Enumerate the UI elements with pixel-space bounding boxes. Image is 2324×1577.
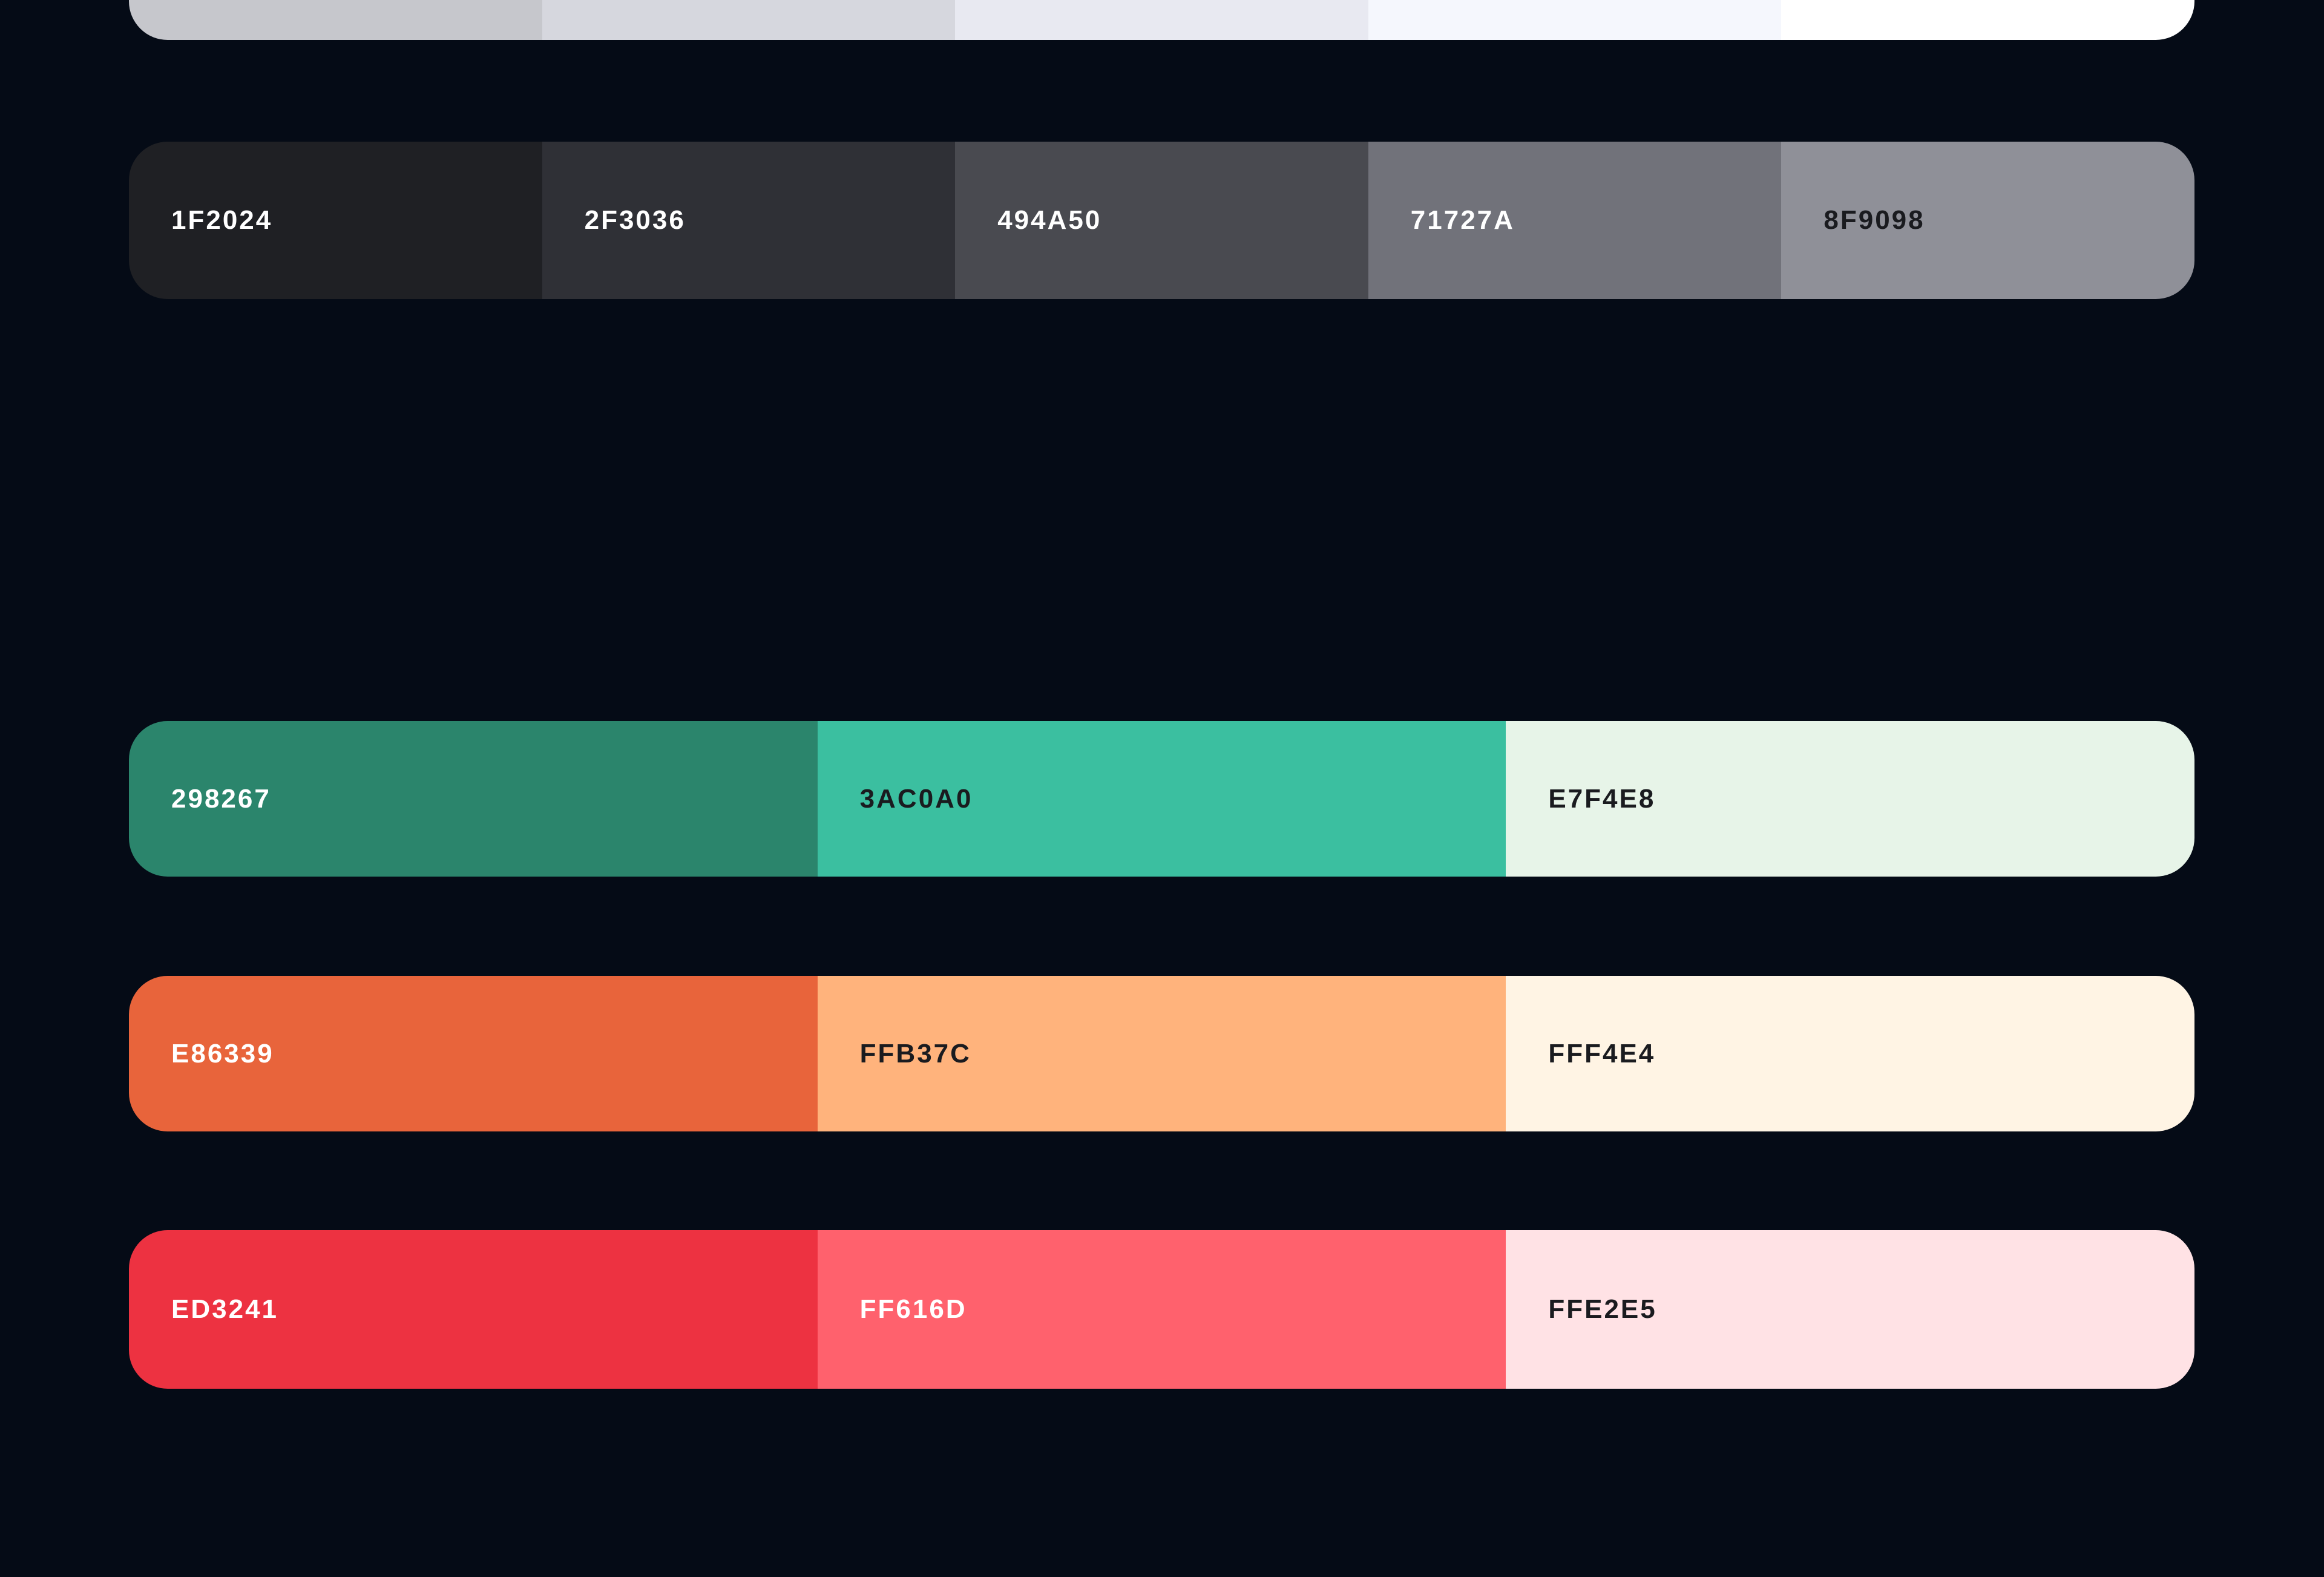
palette-green: 298267 3AC0A0 E7F4E8 xyxy=(129,721,2194,877)
palette-light xyxy=(129,0,2194,40)
swatch-hex: 2F3036 xyxy=(584,205,686,235)
swatch-gray-3: 494A50 xyxy=(955,142,1368,299)
swatch-hex: 1F2024 xyxy=(171,205,273,235)
swatch-green-2: 3AC0A0 xyxy=(817,721,1506,877)
swatch-hex: E7F4E8 xyxy=(1548,783,1656,814)
swatch-hex: 3AC0A0 xyxy=(859,783,973,814)
swatch-green-1: 298267 xyxy=(129,721,818,877)
page: { "palettes": [ { "id": "light", "swatch… xyxy=(0,0,2324,1577)
swatch-hex: 298267 xyxy=(171,783,271,814)
swatch-hex: 71727A xyxy=(1410,205,1515,235)
swatch-light-1 xyxy=(129,0,542,40)
swatch-red-1: ED3241 xyxy=(129,1230,818,1389)
swatch-gray-1: 1F2024 xyxy=(129,142,542,299)
swatch-orange-1: E86339 xyxy=(129,976,818,1131)
swatch-hex: FFB37C xyxy=(859,1038,971,1068)
swatch-light-4 xyxy=(1368,0,1782,40)
swatch-orange-3: FFF4E4 xyxy=(1506,976,2194,1131)
swatch-hex: ED3241 xyxy=(171,1294,279,1324)
swatch-light-5 xyxy=(1781,0,2194,40)
palette-gray: 1F2024 2F3036 494A50 71727A 8F9098 xyxy=(129,142,2194,299)
swatch-light-3 xyxy=(955,0,1368,40)
palette-red: ED3241 FF616D FFE2E5 xyxy=(129,1230,2194,1389)
swatch-hex: 494A50 xyxy=(997,205,1102,235)
swatch-gray-2: 2F3036 xyxy=(542,142,956,299)
swatch-hex: E86339 xyxy=(171,1038,274,1068)
swatch-hex: FF616D xyxy=(859,1294,967,1324)
palette-orange: E86339 FFB37C FFF4E4 xyxy=(129,976,2194,1131)
swatch-gray-4: 71727A xyxy=(1368,142,1782,299)
swatch-orange-2: FFB37C xyxy=(817,976,1506,1131)
swatch-green-3: E7F4E8 xyxy=(1506,721,2194,877)
swatch-gray-5: 8F9098 xyxy=(1781,142,2194,299)
swatch-red-2: FF616D xyxy=(817,1230,1506,1389)
swatch-light-2 xyxy=(542,0,956,40)
swatch-hex: FFE2E5 xyxy=(1548,1294,1657,1324)
swatch-hex: 8F9098 xyxy=(1823,205,1925,235)
swatch-red-3: FFE2E5 xyxy=(1506,1230,2194,1389)
swatch-hex: FFF4E4 xyxy=(1548,1038,1656,1068)
